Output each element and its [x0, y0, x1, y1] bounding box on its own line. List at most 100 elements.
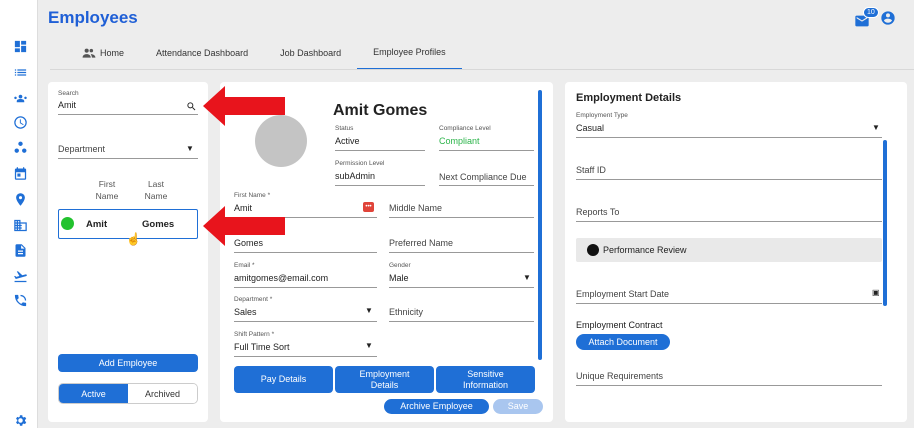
field-underline	[389, 217, 534, 218]
calendar-icon[interactable]: ▣	[872, 288, 880, 297]
dashboard-icon[interactable]	[12, 38, 28, 54]
field-underline	[389, 287, 534, 288]
shift-pattern-select[interactable]: Full Time Sort	[234, 342, 290, 352]
status-field[interactable]: Active	[335, 136, 360, 146]
tab-employee-profiles[interactable]: Employee Profiles	[357, 40, 462, 70]
tab-bar: Home Attendance Dashboard Job Dashboard …	[66, 40, 462, 70]
employment-details-button[interactable]: Employment Details	[335, 366, 434, 393]
field-underline	[389, 252, 534, 253]
location-icon[interactable]	[12, 191, 28, 207]
people-icon	[82, 48, 96, 58]
performance-review-row[interactable]: Performance Review	[576, 238, 882, 262]
chevron-down-icon[interactable]: ▼	[523, 273, 531, 282]
notification-badge: 10	[863, 6, 879, 18]
next-compliance-field[interactable]: Next Compliance Due	[439, 172, 527, 182]
status-toggle: Active Archived	[58, 383, 198, 404]
chevron-down-icon[interactable]: ▼	[365, 341, 373, 350]
column-last-name: Last Name	[144, 179, 168, 201]
clock-icon[interactable]	[12, 114, 28, 130]
ethnicity-field[interactable]: Ethnicity	[389, 307, 423, 317]
tab-home[interactable]: Home	[66, 40, 140, 70]
nav-rail	[0, 0, 38, 428]
mail-icon[interactable]: 10	[854, 6, 879, 29]
archive-employee-button[interactable]: Archive Employee	[384, 399, 489, 414]
first-name-cell: Amit	[86, 219, 108, 230]
sensitive-information-button[interactable]: Sensitive Information	[436, 366, 535, 393]
tab-job-dashboard[interactable]: Job Dashboard	[264, 40, 357, 70]
department-underline	[58, 158, 198, 159]
employee-name: Amit Gomes	[333, 102, 428, 119]
column-first-name: First Name	[95, 179, 119, 201]
field-underline	[576, 179, 882, 180]
department-select[interactable]: Department	[58, 144, 105, 154]
search-input[interactable]: Amit	[58, 100, 76, 110]
scrollbar[interactable]	[538, 90, 542, 360]
field-underline	[576, 137, 882, 138]
status-dot	[61, 217, 74, 230]
shift-pattern-label: Shift Pattern *	[234, 331, 275, 338]
field-underline	[389, 321, 534, 322]
field-underline	[439, 150, 534, 151]
employee-list-panel: Search Amit Department ▼ First Name Last…	[48, 82, 208, 422]
permission-field[interactable]: subAdmin	[335, 171, 375, 181]
department-label: Department *	[234, 296, 273, 303]
preferred-name-field[interactable]: Preferred Name	[389, 238, 453, 248]
tab-divider	[50, 69, 914, 70]
staff-id-field[interactable]: Staff ID	[576, 165, 606, 175]
email-label: Email *	[234, 262, 255, 269]
panel-title: Employment Details	[576, 92, 682, 104]
employment-type-select[interactable]: Casual	[576, 123, 604, 133]
save-button[interactable]: Save	[493, 399, 543, 414]
permission-label: Permission Level	[335, 160, 385, 167]
org-icon[interactable]	[12, 139, 28, 155]
field-underline	[335, 150, 425, 151]
field-underline	[439, 185, 534, 186]
scrollbar[interactable]	[883, 140, 887, 306]
tab-label: Job Dashboard	[280, 48, 342, 58]
toggle-active[interactable]: Active	[59, 384, 128, 403]
first-name-label: First Name *	[234, 192, 271, 199]
search-underline	[58, 114, 198, 115]
compliance-label: Compliance Level	[439, 125, 491, 132]
pay-details-button[interactable]: Pay Details	[234, 366, 333, 393]
departure-icon[interactable]	[12, 268, 28, 284]
people-icon[interactable]	[12, 90, 28, 106]
unique-requirements-field[interactable]: Unique Requirements	[576, 371, 663, 381]
status-label: Status	[335, 125, 354, 132]
account-icon[interactable]	[880, 10, 896, 31]
document-icon[interactable]	[12, 242, 28, 258]
compliance-field[interactable]: Compliant	[439, 136, 480, 146]
chevron-down-icon[interactable]: ▼	[186, 144, 194, 153]
field-underline	[234, 252, 377, 253]
calendar-icon[interactable]	[12, 165, 28, 181]
field-underline	[335, 185, 425, 186]
reports-to-field[interactable]: Reports To	[576, 207, 619, 217]
tab-attendance-dashboard[interactable]: Attendance Dashboard	[140, 40, 264, 70]
field-underline	[576, 221, 882, 222]
employment-type-label: Employment Type	[576, 112, 628, 119]
list-icon[interactable]	[12, 64, 28, 80]
gender-label: Gender	[389, 262, 411, 269]
more-icon[interactable]: •••	[363, 202, 374, 212]
middle-name-field[interactable]: Middle Name	[389, 203, 442, 213]
settings-icon[interactable]	[12, 412, 28, 428]
search-label: Search	[58, 90, 79, 97]
cursor-icon: ☝	[126, 232, 141, 246]
attach-document-button[interactable]: Attach Document	[576, 334, 670, 350]
email-field[interactable]: amitgomes@email.com	[234, 273, 328, 283]
employment-start-date-field[interactable]: Employment Start Date	[576, 289, 669, 299]
field-underline	[234, 356, 377, 357]
phone-icon[interactable]	[12, 292, 28, 308]
page-title: Employees	[48, 8, 138, 27]
employment-details-panel: Employment Details Employment Type Casua…	[565, 82, 907, 422]
department-select[interactable]: Sales	[234, 307, 257, 317]
field-underline	[234, 321, 377, 322]
add-employee-button[interactable]: Add Employee	[58, 354, 198, 372]
gender-select[interactable]: Male	[389, 273, 409, 283]
toggle-archived[interactable]: Archived	[128, 384, 197, 403]
chevron-down-icon[interactable]: ▼	[872, 123, 880, 132]
building-icon[interactable]	[12, 217, 28, 233]
chevron-down-icon[interactable]: ▼	[365, 306, 373, 315]
last-name-cell: Gomes	[142, 219, 175, 230]
field-underline	[576, 303, 882, 304]
